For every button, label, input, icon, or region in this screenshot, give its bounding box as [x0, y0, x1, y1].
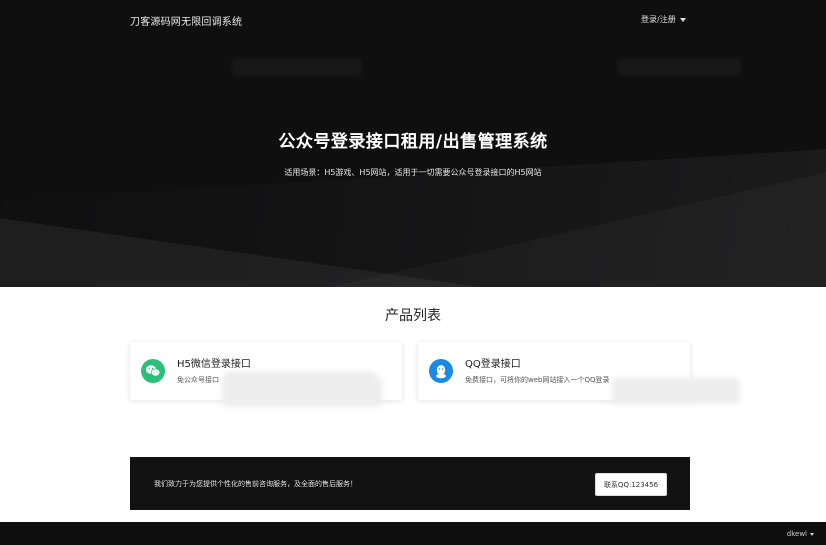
blurred-region	[222, 377, 382, 407]
wechat-icon	[141, 359, 165, 383]
product-description: 免公众号接口	[177, 376, 219, 384]
footer-bar: dkewl	[0, 522, 826, 545]
hero-title: 公众号登录接口租用/出售管理系统	[278, 132, 548, 152]
contact-banner: 我们致力于为您提供个性化的售前咨询服务，及全面的售后服务！ 联系QQ:12345…	[130, 457, 690, 510]
blurred-region	[617, 58, 741, 76]
product-description: 免费接口，可将你的web网站接入一个QQ登录	[465, 376, 610, 384]
login-register-label: 登录/注册	[641, 15, 676, 24]
login-register-menu[interactable]: 登录/注册	[641, 14, 686, 25]
contact-message: 我们致力于为您提供个性化的售前咨询服务，及全面的售后服务！	[154, 480, 357, 488]
hero-banner: 刀客源码网无限回调系统 登录/注册 公众号登录接口租用/出售管理系统 适用场景：…	[0, 0, 826, 287]
chevron-down-icon	[679, 17, 686, 22]
blurred-region	[612, 378, 740, 404]
product-list-title: 产品列表	[385, 308, 441, 324]
site-title[interactable]: 刀客源码网无限回调系统	[130, 13, 242, 28]
product-name: H5微信登录接口	[177, 359, 251, 370]
chevron-down-icon	[810, 532, 814, 536]
blurred-region	[232, 58, 362, 76]
user-label: dkewl	[786, 530, 807, 538]
product-name: QQ登录接口	[465, 359, 521, 370]
hero-subtitle: 适用场景：H5游戏、H5网站，适用于一切需要公众号登录接口的H5网站	[284, 168, 542, 177]
qq-icon	[429, 359, 453, 383]
contact-qq-button[interactable]: 联系QQ:123456	[595, 473, 667, 496]
user-menu[interactable]: dkewl	[787, 530, 814, 538]
